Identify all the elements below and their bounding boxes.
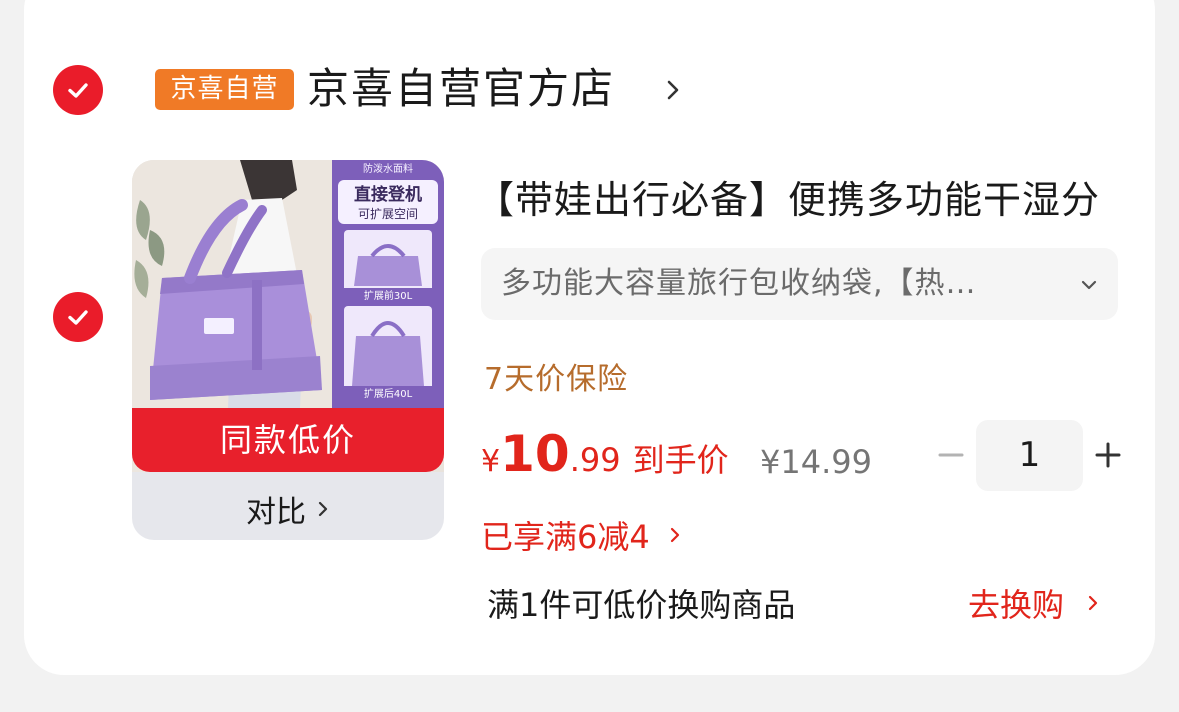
- final-price: ¥10.99 到手价: [481, 425, 729, 483]
- spec-text: 多功能大容量旅行包收纳袋,【热…: [501, 266, 977, 301]
- chevron-right-icon: [1088, 595, 1098, 611]
- thumb-size-after: 扩展后40L: [364, 387, 413, 400]
- price-currency: ¥: [481, 444, 501, 479]
- price-integer: 10: [500, 425, 570, 483]
- shop-name[interactable]: 京喜自营官方店: [307, 60, 615, 118]
- shop-select-checkbox[interactable]: [53, 65, 103, 115]
- thumb-size-before: 扩展前30L: [364, 289, 413, 302]
- increase-quantity-button[interactable]: [1090, 437, 1126, 473]
- promotion-applied[interactable]: 已享满6减4: [481, 512, 682, 558]
- product-title[interactable]: 【带娃出行必备】便携多功能干湿分: [476, 174, 1100, 226]
- spec-selector[interactable]: 多功能大容量旅行包收纳袋,【热…: [481, 248, 1118, 320]
- self-operated-badge: 京喜自营: [155, 69, 294, 110]
- thumb-headline: 直接登机: [354, 184, 422, 205]
- quantity-input[interactable]: 1: [976, 420, 1083, 491]
- cart-shop-card: 京喜自营 京喜自营官方店 防泼水面料 直接登机 可扩展空间 扩展前30L 扩展后…: [24, 0, 1155, 675]
- price-decimal: .99: [569, 441, 621, 479]
- chevron-right-icon[interactable]: [658, 70, 688, 110]
- exchange-offer-text: 满1件可低价换购商品: [487, 586, 796, 624]
- original-price: ¥14.99: [760, 443, 872, 481]
- compare-label: 对比: [246, 495, 306, 530]
- item-select-checkbox[interactable]: [53, 292, 103, 342]
- promotion-text: 已享满6减4: [481, 518, 650, 556]
- go-exchange-link[interactable]: 去换购: [968, 580, 1100, 626]
- same-style-low-price-banner: 同款低价: [132, 408, 444, 472]
- compare-button[interactable]: 对比: [132, 478, 444, 540]
- price-label: 到手价: [632, 441, 729, 479]
- thumb-subline: 可扩展空间: [358, 207, 418, 221]
- product-image[interactable]: 防泼水面料 直接登机 可扩展空间 扩展前30L 扩展后40L 同款低价: [132, 160, 444, 472]
- thumb-top-label: 防泼水面料: [363, 162, 413, 175]
- product-thumbnail[interactable]: 防泼水面料 直接登机 可扩展空间 扩展前30L 扩展后40L 同款低价 对比: [132, 160, 444, 540]
- decrease-quantity-button[interactable]: [933, 437, 969, 473]
- go-exchange-label: 去换购: [968, 586, 1065, 624]
- checkmark-icon: [68, 310, 88, 325]
- checkmark-icon: [68, 83, 88, 98]
- chevron-right-icon: [318, 501, 328, 517]
- chevron-right-icon: [670, 527, 679, 543]
- chevron-down-icon: [1081, 280, 1097, 290]
- price-protection-label: 7天价保险: [484, 362, 629, 397]
